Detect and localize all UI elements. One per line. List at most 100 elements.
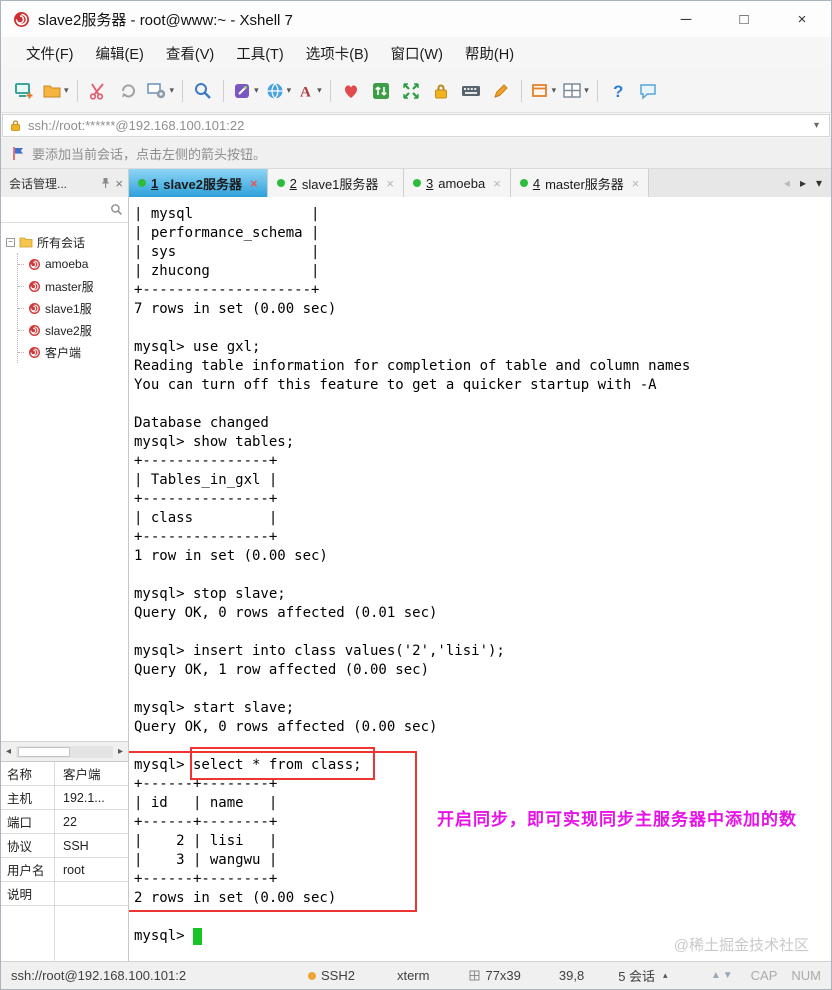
address-dropdown-icon[interactable]: ▾ <box>810 120 823 131</box>
session-properties-icon[interactable]: ▾ <box>143 75 178 107</box>
tab-close-icon[interactable]: × <box>493 176 501 191</box>
close-button[interactable]: × <box>773 1 831 37</box>
font-dropdown-icon[interactable]: ▾ <box>317 85 322 96</box>
virtual-keyboard-icon[interactable] <box>456 75 486 107</box>
session-item-amoeba[interactable]: amoeba <box>18 253 128 275</box>
tab-menu-icon[interactable]: ▾ <box>816 176 822 190</box>
web-browser-dropdown-icon[interactable]: ▾ <box>287 85 292 96</box>
transfer-icon[interactable] <box>366 75 396 107</box>
terminal-cursor <box>193 928 202 945</box>
session-item-master服[interactable]: master服 <box>18 275 128 297</box>
svg-text:A: A <box>300 84 311 100</box>
highlight-pen-icon[interactable] <box>486 75 516 107</box>
find-icon[interactable] <box>188 75 218 107</box>
tab-slave2服务器[interactable]: 1 slave2服务器 × <box>129 169 268 197</box>
property-key: 协议 <box>1 834 55 857</box>
menu-item[interactable]: 查看(V) <box>155 39 225 68</box>
session-item-slave2服[interactable]: slave2服 <box>18 319 128 341</box>
tile-layout-icon[interactable]: ▾ <box>559 75 592 107</box>
pin-icon[interactable] <box>100 177 111 189</box>
feedback-icon[interactable] <box>633 75 663 107</box>
menu-item[interactable]: 工具(T) <box>225 39 295 68</box>
menu-item[interactable]: 文件(F) <box>15 39 85 68</box>
property-row-用户名: 用户名 root <box>1 858 128 882</box>
terminal-text: | mysql | | performance_schema | | sys |… <box>134 206 691 944</box>
session-properties-dropdown-icon[interactable]: ▾ <box>170 85 175 96</box>
compose-dropdown-icon[interactable]: ▾ <box>254 85 259 96</box>
folder-icon <box>19 236 33 248</box>
flag-icon[interactable] <box>11 146 25 161</box>
status-scroll-arrows-icon[interactable]: ▲▼ <box>711 970 735 981</box>
open-folder-icon[interactable]: ▾ <box>39 75 72 107</box>
pane-close-icon[interactable]: × <box>115 176 123 191</box>
address-input[interactable] <box>28 118 810 133</box>
property-row-名称: 名称 客户端 <box>1 762 128 786</box>
menu-item[interactable]: 窗口(W) <box>380 39 454 68</box>
window-title: slave2服务器 - root@www:~ - Xshell 7 <box>38 11 293 29</box>
new-window-dropdown-icon[interactable]: ▾ <box>552 85 557 96</box>
menu-item[interactable]: 帮助(H) <box>454 39 525 68</box>
tab-number: 2 <box>289 175 297 191</box>
scroll-right-icon[interactable]: ▸ <box>113 746 128 757</box>
compose-icon[interactable]: ▾ <box>229 75 262 107</box>
session-icon <box>28 346 41 359</box>
tab-amoeba[interactable]: 3 amoeba × <box>404 169 511 197</box>
terminal-area[interactable]: | mysql | | performance_schema | | sys |… <box>129 197 831 961</box>
tab-close-icon[interactable]: × <box>632 176 640 191</box>
encryption-dot-icon <box>308 971 316 980</box>
scrollbar-thumb[interactable] <box>18 746 70 757</box>
property-value: SSH <box>63 838 89 853</box>
tab-slave1服务器[interactable]: 2 slave1服务器 × <box>267 169 405 197</box>
property-key: 端口 <box>1 810 55 833</box>
menu-bar: 文件(F) 编辑(E) 查看(V) 工具(T) 选项卡(B) 窗口(W) 帮助(H) <box>1 37 831 69</box>
session-popup-icon[interactable]: ▴ <box>663 970 668 981</box>
fullscreen-icon[interactable] <box>396 75 426 107</box>
tab-number: 3 <box>426 175 434 191</box>
font-icon[interactable]: A ▾ <box>294 75 325 107</box>
prev-tab-icon[interactable]: ◂ <box>784 176 790 190</box>
tab-close-icon[interactable]: × <box>386 176 394 191</box>
lock-icon[interactable] <box>426 75 456 107</box>
session-item-客户端[interactable]: 客户端 <box>18 341 128 363</box>
new-session-icon[interactable] <box>9 75 39 107</box>
status-size: 77x39 <box>469 968 521 983</box>
favorites-heart-icon[interactable] <box>336 75 366 107</box>
tab-label: slave2服务器 <box>163 176 242 192</box>
tile-layout-dropdown-icon[interactable]: ▾ <box>584 85 589 96</box>
scrollbar-track[interactable] <box>16 745 113 758</box>
session-icon <box>28 324 41 337</box>
address-lock-icon <box>9 119 22 132</box>
open-folder-dropdown-icon[interactable]: ▾ <box>64 85 69 96</box>
tab-label: amoeba <box>438 175 486 191</box>
property-row-说明: 说明 <box>1 882 128 906</box>
collapse-toggle-icon[interactable]: − <box>6 237 15 247</box>
next-tab-icon[interactable]: ▸ <box>800 176 806 190</box>
connected-dot-icon <box>413 179 422 187</box>
web-browser-icon[interactable]: ▾ <box>262 75 295 107</box>
minimize-button[interactable]: ─ <box>657 1 715 37</box>
disconnect-icon[interactable] <box>83 75 113 107</box>
connected-dot-icon <box>519 179 528 187</box>
search-icon[interactable] <box>110 203 123 216</box>
menu-item[interactable]: 选项卡(B) <box>295 39 380 68</box>
toolbar: ▾ ▾ ▾ ▾ A ▾ ▾ ▾ ? <box>1 69 831 113</box>
reconnect-icon[interactable] <box>113 75 143 107</box>
tab-label: master服务器 <box>545 176 624 192</box>
session-pane-header: 会话管理... × <box>1 169 129 197</box>
connected-dot-icon <box>138 179 146 187</box>
status-session-count[interactable]: 5 会话 ▴ <box>618 966 667 985</box>
tree-root-all-sessions[interactable]: − 所有会话 <box>6 231 128 253</box>
tab-number: 4 <box>532 175 541 191</box>
maximize-button[interactable]: □ <box>715 1 773 37</box>
tab-master服务器[interactable]: 4 master服务器 × <box>510 169 650 197</box>
tab-close-icon[interactable]: × <box>250 176 258 191</box>
new-window-icon[interactable]: ▾ <box>527 75 560 107</box>
session-item-slave1服[interactable]: slave1服 <box>18 297 128 319</box>
scroll-left-icon[interactable]: ◂ <box>1 746 16 757</box>
menu-item[interactable]: 编辑(E) <box>85 39 155 68</box>
session-search-input[interactable] <box>6 202 110 217</box>
property-row-主机: 主机 192.1... <box>1 786 128 810</box>
property-value: 22 <box>63 814 77 829</box>
help-icon[interactable]: ? <box>603 75 633 107</box>
status-protocol: SSH2 <box>308 968 355 983</box>
